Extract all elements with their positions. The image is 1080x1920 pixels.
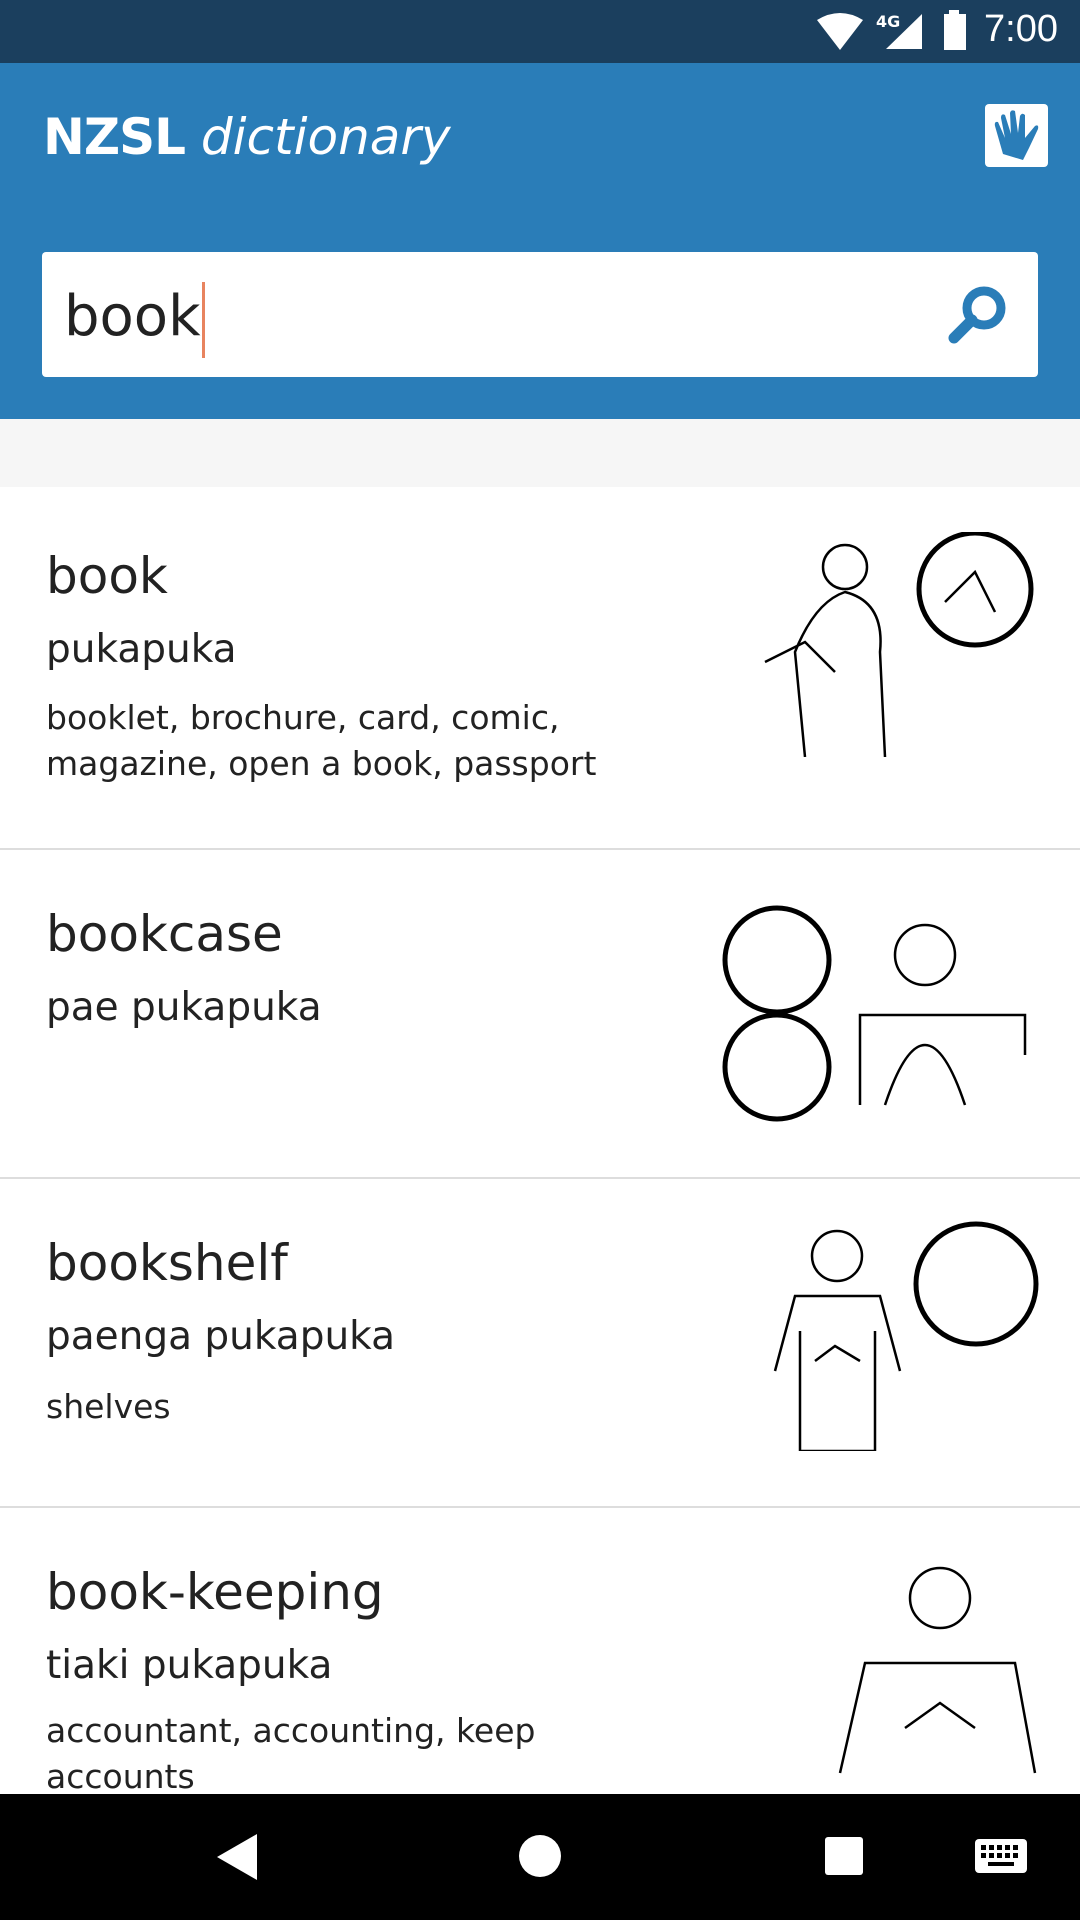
keyboard-icon[interactable]: [974, 1838, 1028, 1876]
entry-word: book: [46, 547, 168, 605]
list-item[interactable]: book pukapuka booklet, brochure, card, c…: [0, 487, 1080, 850]
home-icon[interactable]: [518, 1834, 562, 1878]
entry-maori: paenga pukapuka: [46, 1314, 395, 1359]
list-item[interactable]: book-keeping tiaki pukapuka accountant, …: [0, 1508, 1080, 1838]
logo-dictionary: dictionary: [200, 108, 451, 166]
clock: 7:00: [984, 8, 1058, 50]
entry-glosses: booklet, brochure, card, comic, magazine…: [46, 698, 597, 783]
signal-icon: [886, 14, 922, 49]
list-spacer: [0, 419, 1080, 487]
entry-maori: tiaki pukapuka: [46, 1643, 333, 1688]
search-value: book: [64, 284, 201, 350]
entry-maori: pukapuka: [46, 627, 237, 672]
search-input[interactable]: book: [64, 282, 205, 358]
entry-glosses: accountant, accounting, keep accounts: [46, 1711, 536, 1796]
entry-word: book-keeping: [46, 1563, 384, 1621]
sign-illustration: [773, 1221, 1039, 1451]
battery-icon: [944, 10, 966, 50]
navigation-bar: [0, 1794, 1080, 1920]
sign-illustration: [722, 905, 1027, 1122]
status-bar: 4G 7:00: [0, 0, 1080, 63]
list-item[interactable]: bookcase pae pukapuka: [0, 850, 1080, 1179]
entry-maori: pae pukapuka: [46, 985, 322, 1030]
sign-illustration: [838, 1566, 1037, 1774]
wifi-icon: [817, 13, 863, 50]
back-icon[interactable]: [215, 1832, 259, 1882]
hand-icon: [994, 110, 1039, 160]
search-field[interactable]: book: [42, 252, 1038, 377]
list-item[interactable]: bookshelf paenga pukapuka shelves: [0, 1179, 1080, 1508]
app-bar: NZSL dictionary book: [0, 63, 1080, 419]
sign-search-button[interactable]: [985, 104, 1048, 167]
entry-word: bookshelf: [46, 1234, 288, 1292]
text-caret: [201, 282, 205, 358]
entry-glosses: shelves: [46, 1387, 171, 1426]
sign-illustration: [764, 532, 1034, 757]
entry-word: bookcase: [46, 905, 283, 963]
search-icon[interactable]: [946, 282, 1010, 346]
logo-nzsl: NZSL: [43, 108, 186, 166]
app-logo: NZSL dictionary: [43, 108, 451, 166]
recents-icon[interactable]: [824, 1836, 864, 1876]
